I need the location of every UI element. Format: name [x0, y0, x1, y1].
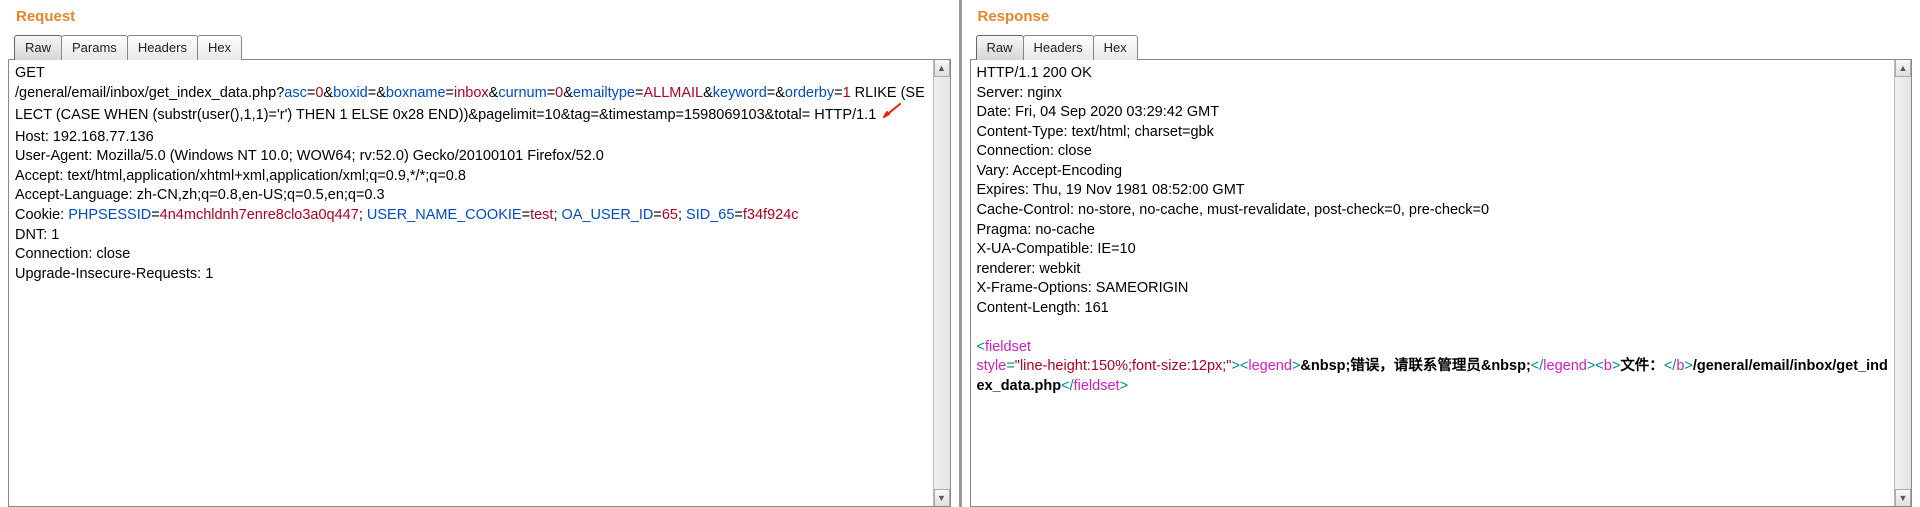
- html-tag: legend: [1248, 358, 1292, 374]
- http-method: GET: [15, 65, 45, 81]
- html-bracket: <: [1664, 358, 1672, 374]
- html-bracket: <: [1595, 358, 1603, 374]
- tab-headers[interactable]: Headers: [127, 35, 198, 60]
- param-key: curnum: [498, 85, 546, 101]
- resp-header: Expires: Thu, 19 Nov 1981 08:52:00 GMT: [977, 182, 1245, 198]
- request-path: /general/email/inbox/get_index_data.php?: [15, 85, 284, 101]
- response-tabs: Raw Headers Hex: [970, 35, 1913, 60]
- scroll-up-icon[interactable]: ▲: [1895, 60, 1911, 77]
- param-key: asc: [284, 85, 307, 101]
- param-key: boxid: [333, 85, 368, 101]
- html-tag: legend: [1543, 358, 1587, 374]
- cookie-key: OA_USER_ID: [562, 207, 654, 223]
- header-uir: Upgrade-Insecure-Requests: 1: [15, 266, 213, 282]
- cookie-val: 4n4mchldnh7enre8clo3a0q447: [160, 207, 359, 223]
- cookie-key: USER_NAME_COOKIE: [367, 207, 522, 223]
- param-val: ALLMAIL: [643, 85, 703, 101]
- resp-header: Cache-Control: no-store, no-cache, must-…: [977, 202, 1490, 218]
- resp-header: renderer: webkit: [977, 261, 1081, 277]
- html-bracket: >: [1120, 378, 1128, 394]
- html-attr: style: [977, 358, 1007, 374]
- header-acclang: Accept-Language: zh-CN,zh;q=0.8,en-US;q=…: [15, 187, 385, 203]
- tab-hex[interactable]: Hex: [197, 35, 242, 60]
- header-ua: User-Agent: Mozilla/5.0 (Windows NT 10.0…: [15, 148, 604, 164]
- cookie-val: f34f924c: [743, 207, 799, 223]
- cookie-val: 65: [662, 207, 678, 223]
- resp-header: X-UA-Compatible: IE=10: [977, 241, 1136, 257]
- tab-raw[interactable]: Raw: [976, 35, 1024, 60]
- html-bracket: <: [977, 339, 985, 355]
- resp-header: Date: Fri, 04 Sep 2020 03:29:42 GMT: [977, 104, 1220, 120]
- param-key: keyword: [713, 85, 767, 101]
- scroll-up-icon[interactable]: ▲: [934, 60, 950, 77]
- tab-hex[interactable]: Hex: [1093, 35, 1138, 60]
- tab-params[interactable]: Params: [61, 35, 128, 60]
- html-bracket: <: [1061, 378, 1069, 394]
- request-raw-content[interactable]: GET /general/email/inbox/get_index_data.…: [9, 60, 933, 506]
- request-title: Request: [8, 4, 951, 35]
- param-val: inbox: [454, 85, 489, 101]
- html-tag: fieldset: [985, 339, 1031, 355]
- html-text: &nbsp;错误，请联系管理员&nbsp;: [1300, 358, 1530, 374]
- header-accept: Accept: text/html,application/xhtml+xml,…: [15, 168, 466, 184]
- html-text: 文件：: [1620, 358, 1664, 374]
- html-bracket: <: [1531, 358, 1539, 374]
- resp-header: Connection: close: [977, 143, 1092, 159]
- response-scrollbar[interactable]: ▲ ▼: [1894, 60, 1911, 506]
- resp-header: X-Frame-Options: SAMEORIGIN: [977, 280, 1189, 296]
- html-bracket: >: [1684, 358, 1692, 374]
- html-tag: b: [1604, 358, 1612, 374]
- request-tabs: Raw Params Headers Hex: [8, 35, 951, 60]
- request-scrollbar[interactable]: ▲ ▼: [933, 60, 950, 506]
- header-cookie-label: Cookie:: [15, 207, 68, 223]
- response-title: Response: [970, 4, 1913, 35]
- http-status: HTTP/1.1 200 OK: [977, 65, 1092, 81]
- tab-raw[interactable]: Raw: [14, 35, 62, 60]
- cookie-key: PHPSESSID: [68, 207, 151, 223]
- param-key: emailtype: [573, 85, 635, 101]
- scroll-down-icon[interactable]: ▼: [934, 489, 950, 506]
- param-key: orderby: [785, 85, 834, 101]
- tab-headers[interactable]: Headers: [1023, 35, 1094, 60]
- html-eq: =: [1006, 358, 1014, 374]
- header-conn: Connection: close: [15, 246, 130, 262]
- resp-header: Content-Type: text/html; charset=gbk: [977, 124, 1214, 140]
- annotation-arrow-icon: [880, 103, 902, 128]
- html-bracket: >: [1231, 358, 1239, 374]
- resp-header: Vary: Accept-Encoding: [977, 163, 1123, 179]
- header-dnt: DNT: 1: [15, 227, 59, 243]
- resp-header: Pragma: no-cache: [977, 222, 1095, 238]
- cookie-val: test: [530, 207, 553, 223]
- scroll-down-icon[interactable]: ▼: [1895, 489, 1911, 506]
- response-raw-content[interactable]: HTTP/1.1 200 OK Server: nginx Date: Fri,…: [971, 60, 1895, 506]
- cookie-key: SID_65: [686, 207, 734, 223]
- request-panel: Request Raw Params Headers Hex GET /gene…: [0, 0, 962, 507]
- resp-header: Server: nginx: [977, 85, 1062, 101]
- html-attr-val: "line-height:150%;font-size:12px;": [1015, 358, 1232, 374]
- response-panel: Response Raw Headers Hex HTTP/1.1 200 OK…: [962, 0, 1920, 507]
- resp-header: Content-Length: 161: [977, 300, 1109, 316]
- header-host: Host: 192.168.77.136: [15, 129, 154, 145]
- param-key: boxname: [386, 85, 446, 101]
- param-val: 1: [843, 85, 851, 101]
- html-tag: fieldset: [1074, 378, 1120, 394]
